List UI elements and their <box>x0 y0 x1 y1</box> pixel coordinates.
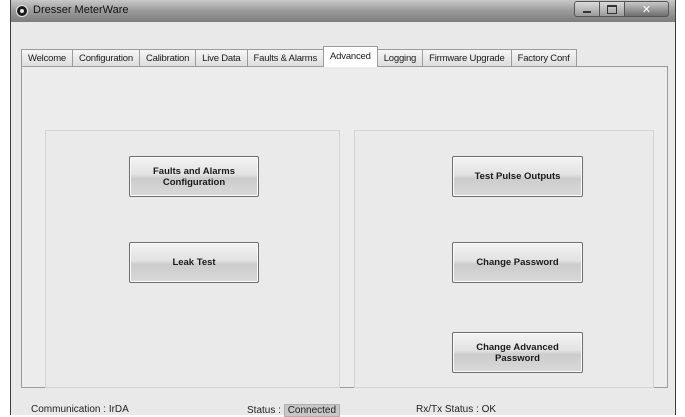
tab-configuration[interactable]: Configuration <box>72 49 140 67</box>
tab-logging[interactable]: Logging <box>376 49 424 67</box>
title-bar[interactable]: Dresser MeterWare ✕ <box>11 0 675 22</box>
rxtx-value: OK <box>481 404 497 415</box>
tab-faults-alarms[interactable]: Faults & Alarms <box>246 49 325 67</box>
right-group-box: Test Pulse Outputs Change Password Chang… <box>354 130 654 388</box>
communication-value: IrDA <box>108 404 129 415</box>
connection-status: Status : Connected <box>247 404 341 417</box>
communication-status: Communication : IrDA <box>31 404 129 415</box>
rxtx-status: Rx/Tx Status : OK <box>416 404 496 415</box>
window-title: Dresser MeterWare <box>33 4 129 16</box>
window-controls: ✕ <box>574 1 669 17</box>
tab-live-data[interactable]: Live Data <box>195 49 248 67</box>
left-group-box: Faults and Alarms Configuration Leak Tes… <box>45 130 340 388</box>
change-password-button[interactable]: Change Password <box>452 242 583 283</box>
test-pulse-outputs-button[interactable]: Test Pulse Outputs <box>452 156 583 197</box>
change-advanced-password-button[interactable]: Change Advanced Password <box>452 332 583 373</box>
tab-calibration[interactable]: Calibration <box>138 49 197 67</box>
maximize-icon <box>607 4 617 14</box>
tab-advanced[interactable]: Advanced <box>323 46 378 67</box>
status-bar: Communication : IrDA Status : Connected … <box>11 400 675 417</box>
status-value: Connected <box>283 404 341 417</box>
tab-strip: Welcome Configuration Calibration Live D… <box>21 46 577 67</box>
tab-firmware-upgrade[interactable]: Firmware Upgrade <box>422 49 512 67</box>
minimize-icon <box>583 10 591 13</box>
tab-factory-conf[interactable]: Factory Conf <box>510 49 577 67</box>
tab-welcome[interactable]: Welcome <box>21 49 74 67</box>
minimize-button[interactable] <box>574 1 600 17</box>
maximize-button[interactable] <box>600 1 625 17</box>
app-icon <box>16 5 28 17</box>
rxtx-label: Rx/Tx Status : <box>416 404 479 415</box>
communication-label: Communication : <box>31 404 107 415</box>
leak-test-button[interactable]: Leak Test <box>129 242 259 283</box>
close-button[interactable]: ✕ <box>625 1 669 17</box>
faults-alarms-configuration-button[interactable]: Faults and Alarms Configuration <box>129 156 259 197</box>
close-icon: ✕ <box>641 2 652 16</box>
status-label: Status : <box>247 405 281 416</box>
app-window: Dresser MeterWare ✕ Welcome Configuratio… <box>10 0 676 417</box>
advanced-panel: Faults and Alarms Configuration Leak Tes… <box>21 66 668 388</box>
